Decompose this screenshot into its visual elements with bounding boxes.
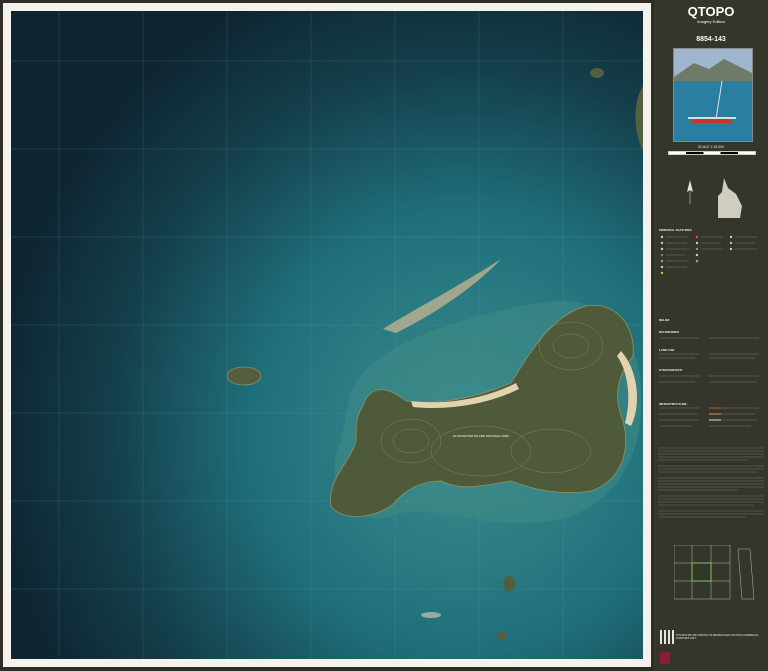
legend-section-title: RELIEF xyxy=(659,318,670,322)
cover-photo xyxy=(673,48,753,142)
map-number: 8854-143 xyxy=(696,36,726,43)
reproduction-notice: THIS MAP MAY BE PRINTED OR REPRODUCED FO… xyxy=(676,634,759,640)
map-sheet: GLOUCESTER ISLAND NATIONAL PARK QTOPO Im… xyxy=(0,0,768,671)
legend-section-title: PRINCIPAL FEATURES xyxy=(659,228,692,232)
edition-label: Imagery Edition xyxy=(697,19,725,24)
legend-panel: QTOPO Imagery Edition 8854-143 SCALE 1:1… xyxy=(654,0,768,671)
imagery-map[interactable]: GLOUCESTER ISLAND NATIONAL PARK xyxy=(11,11,643,659)
crest-icon xyxy=(660,652,670,664)
scale-bar xyxy=(668,151,756,155)
legend-symbols xyxy=(659,234,763,314)
map-frame: GLOUCESTER ISLAND NATIONAL PARK xyxy=(3,3,651,667)
legend-section-title: BOUNDARIES xyxy=(659,330,680,334)
small-island[interactable] xyxy=(590,68,604,78)
qr-code-icon xyxy=(660,630,674,644)
compass-rose-icon xyxy=(680,180,700,204)
sheet-index-diagram xyxy=(673,544,756,603)
small-island[interactable] xyxy=(497,632,507,640)
small-island[interactable] xyxy=(421,612,441,618)
brand-title: QTOPO xyxy=(687,4,735,19)
scale-label: SCALE 1:15,000 xyxy=(697,145,725,149)
small-island[interactable] xyxy=(226,366,262,386)
island-label: GLOUCESTER ISLAND NATIONAL PARK xyxy=(453,434,510,438)
queensland-locator-icon xyxy=(718,178,744,218)
small-island[interactable] xyxy=(503,576,515,592)
legend-lines xyxy=(659,336,763,436)
